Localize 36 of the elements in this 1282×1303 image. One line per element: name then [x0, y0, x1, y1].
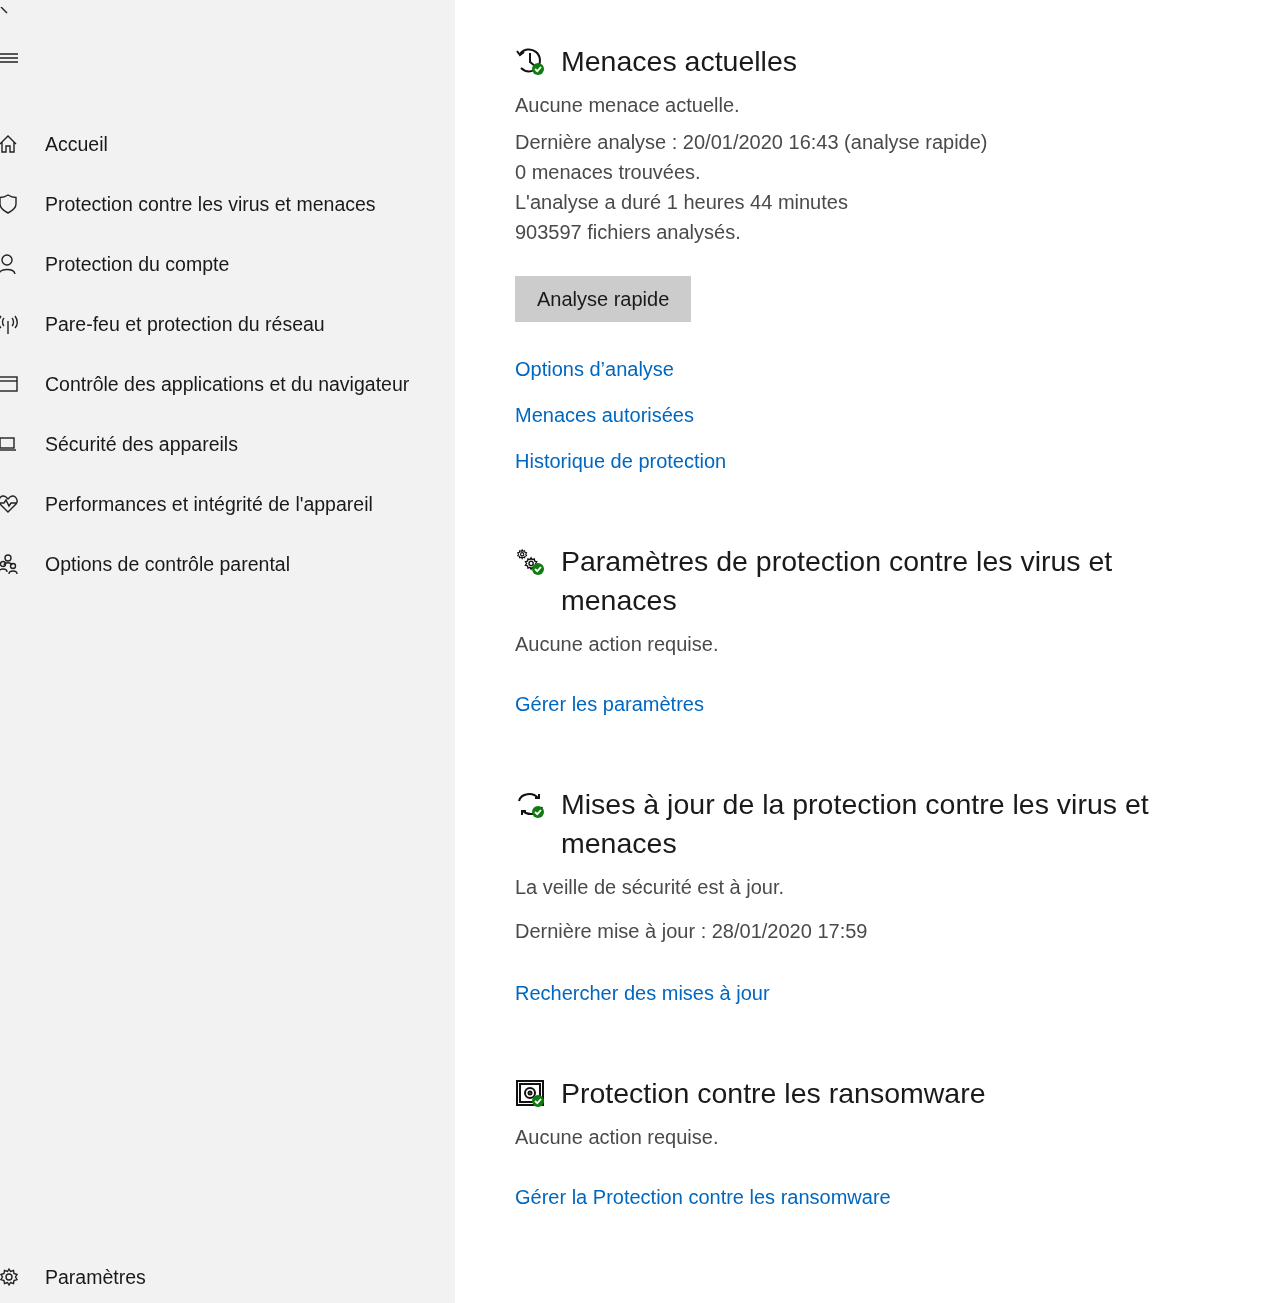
antenna-icon [0, 313, 20, 335]
link[interactable]: Gérer les paramètres [515, 691, 704, 717]
section-title: Protection contre les ransomware [561, 1076, 986, 1111]
menu-icon [0, 50, 18, 66]
family-icon [0, 553, 20, 575]
sidebar-item[interactable]: Sécurité des appareils [0, 414, 455, 474]
shield-icon [0, 193, 20, 215]
detail-text: L'analyse a duré 1 heures 44 minutes [515, 190, 849, 215]
quick-scan-button[interactable]: Analyse rapide [515, 276, 692, 322]
sidebar-item[interactable]: Pare-feu et protection du réseau [0, 294, 455, 354]
detail-text: Dernière mise à jour : 28/01/2020 17:59 [515, 919, 869, 944]
sidebar-item[interactable]: Protection du compte [0, 234, 455, 294]
detail-text: Dernière analyse : 20/01/2020 16:43 (analyse rapide) [515, 130, 989, 155]
settings-icon [0, 1266, 20, 1288]
link[interactable]: Gérer la Protection contre les ransomware [515, 1184, 891, 1210]
link[interactable]: Options d’analyse [515, 356, 674, 382]
settings-item[interactable]: Paramètres [0, 1251, 146, 1303]
section-title: Mises à jour de la protection contre les virus et menaces [561, 787, 1150, 861]
section-title: Paramètres de protection contre les virus et menaces [561, 544, 1114, 618]
sidebar-item[interactable]: Accueil [0, 114, 455, 174]
status-text: Aucune action requise. [515, 1125, 720, 1150]
status-text: La veille de sécurité est à jour. [515, 875, 786, 900]
sidebar-item[interactable]: Protection contre les virus et menaces [0, 174, 455, 234]
sidebar-item[interactable]: Options de contrôle parental [0, 534, 455, 594]
status-text: Aucune action requise. [515, 632, 720, 657]
section-title: Menaces actuelles [561, 44, 798, 79]
sidebar-item[interactable]: Performances et intégrité de l'appareil [0, 474, 455, 534]
detail-text: 903597 fichiers analysés. [515, 220, 742, 245]
link[interactable]: Menaces autorisées [515, 402, 694, 428]
browser-window-icon [0, 373, 20, 395]
status-text: Aucune menace actuelle. [515, 93, 741, 118]
sidebar-item[interactable]: Contrôle des applications et du navigateur [0, 354, 455, 414]
heart-pulse-icon [0, 493, 20, 515]
link[interactable]: Historique de protection [515, 448, 727, 474]
detail-text: 0 menaces trouvées. [515, 160, 702, 185]
link[interactable]: Rechercher des mises à jour [515, 980, 770, 1006]
